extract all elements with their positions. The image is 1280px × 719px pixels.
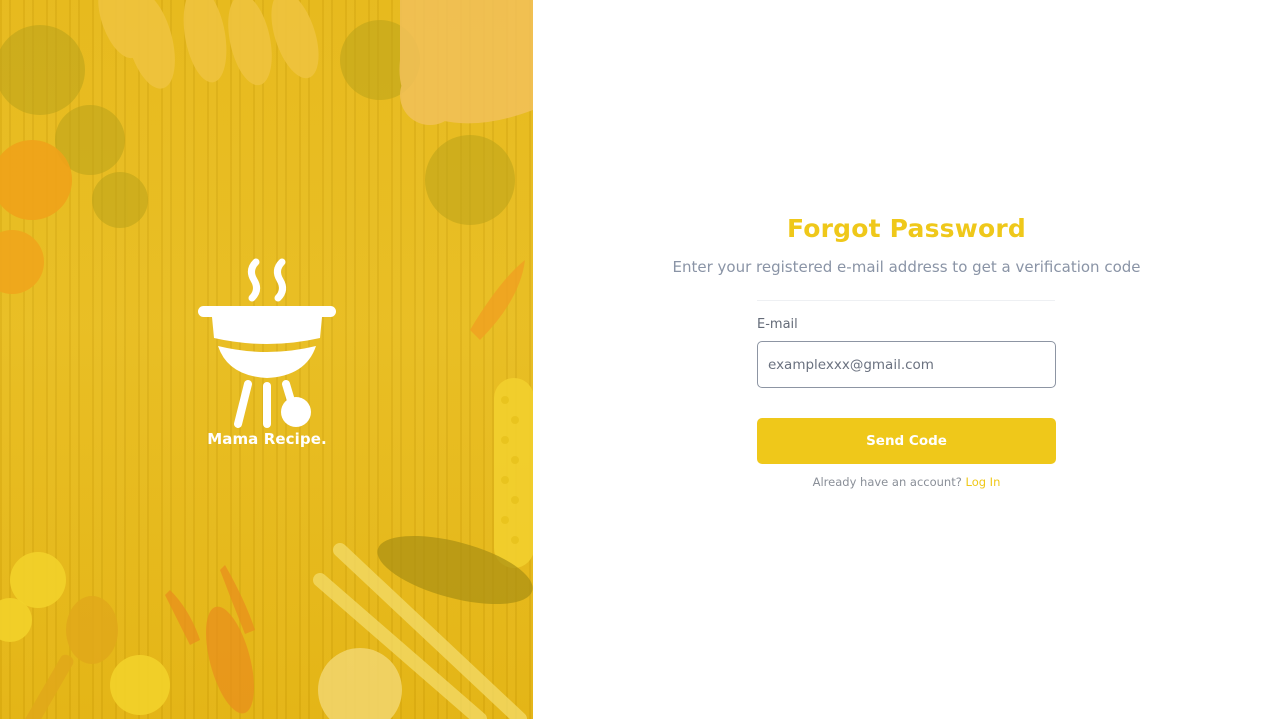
- email-label: E-mail: [757, 317, 798, 332]
- form-panel: Forgot Password Enter your registered e-…: [533, 0, 1280, 719]
- email-field[interactable]: [757, 341, 1056, 388]
- login-prompt-text: Already have an account?: [812, 475, 962, 489]
- login-link[interactable]: Log In: [965, 475, 1000, 489]
- page-subtitle: Enter your registered e-mail address to …: [672, 258, 1141, 276]
- login-prompt-line: Already have an account? Log In: [533, 475, 1280, 489]
- page-title: Forgot Password: [786, 214, 1027, 243]
- brand-name: Mama Recipe.: [207, 430, 327, 448]
- brand-logo: Mama Recipe.: [196, 256, 338, 448]
- divider: [757, 300, 1055, 301]
- send-code-button[interactable]: Send Code: [757, 418, 1056, 464]
- forgot-password-page: Mama Recipe. Forgot Password Enter your …: [0, 0, 1280, 719]
- hero-panel: Mama Recipe.: [0, 0, 533, 719]
- grill-icon: [198, 258, 336, 428]
